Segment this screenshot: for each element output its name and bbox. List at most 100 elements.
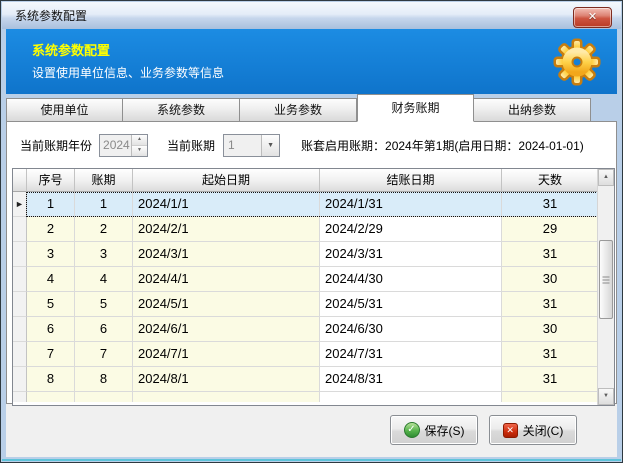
tab-business-params[interactable]: 业务参数 xyxy=(240,98,357,122)
header-end-date[interactable]: 结账日期 xyxy=(320,169,502,192)
cell-end[interactable]: 2024/6/30 xyxy=(320,317,502,342)
tab-system-params[interactable]: 系统参数 xyxy=(123,98,240,122)
cell-end[interactable]: 2024/5/31 xyxy=(320,292,502,317)
close-button[interactable]: ✕ 关闭(C) xyxy=(489,415,577,445)
cell-start[interactable]: 2024/7/1 xyxy=(133,342,320,367)
cell-days[interactable]: 29 xyxy=(502,217,599,242)
cell-seq[interactable]: 2 xyxy=(27,217,75,242)
row-indicator[interactable] xyxy=(13,317,27,342)
ledger-start-info: 账套启用账期：2024年第1期(启用日期：2024-01-01) xyxy=(301,137,584,154)
row-indicator[interactable] xyxy=(13,367,27,392)
header-seq[interactable]: 序号 xyxy=(27,169,75,192)
close-button-label: 关闭(C) xyxy=(523,422,564,439)
cell-period[interactable]: 4 xyxy=(75,267,133,292)
table-row[interactable]: 552024/5/12024/5/3131 xyxy=(13,292,614,317)
spinner-up-icon[interactable]: ▲ xyxy=(132,135,147,146)
table-row[interactable]: 332024/3/12024/3/3131 xyxy=(13,242,614,267)
table-row[interactable]: 442024/4/12024/4/3030 xyxy=(13,267,614,292)
cell-period[interactable]: 7 xyxy=(75,342,133,367)
cell-seq[interactable]: 3 xyxy=(27,242,75,267)
header-period[interactable]: 账期 xyxy=(75,169,133,192)
cell-seq[interactable]: 6 xyxy=(27,317,75,342)
cell-period[interactable]: 8 xyxy=(75,367,133,392)
cell-period[interactable]: 5 xyxy=(75,292,133,317)
cell-days[interactable]: 31 xyxy=(502,342,599,367)
cell-days[interactable]: 30 xyxy=(502,267,599,292)
dialog-window: 系统参数配置 ✕ 系统参数配置 设置使用单位信息、业务参数等信息 xyxy=(0,0,623,463)
cell-period[interactable]: 6 xyxy=(75,317,133,342)
cell-start[interactable]: 2024/4/1 xyxy=(133,267,320,292)
cell-end[interactable]: 2024/2/29 xyxy=(320,217,502,242)
spinner-buttons: ▲ ▼ xyxy=(131,135,147,156)
frame-accent-line xyxy=(2,459,621,461)
cell-start[interactable]: 2024/6/1 xyxy=(133,317,320,342)
row-indicator[interactable] xyxy=(13,342,27,367)
cell-seq xyxy=(27,392,75,402)
cell-start[interactable]: 2024/8/1 xyxy=(133,367,320,392)
table-row[interactable]: 882024/8/12024/8/3131 xyxy=(13,367,614,392)
chevron-down-icon[interactable]: ▼ xyxy=(261,135,279,156)
cell-end[interactable]: 2024/1/31 xyxy=(320,192,502,217)
row-indicator[interactable] xyxy=(13,242,27,267)
cell-start[interactable]: 2024/5/1 xyxy=(133,292,320,317)
window-close-button[interactable]: ✕ xyxy=(573,7,612,28)
cell-end[interactable]: 2024/8/31 xyxy=(320,367,502,392)
row-indicator[interactable] xyxy=(13,267,27,292)
year-spinner[interactable]: 2024 ▲ ▼ xyxy=(99,134,148,157)
scrollbar-thumb[interactable] xyxy=(599,240,613,319)
tab-page-finance-period: 当前账期年份 2024 ▲ ▼ 当前账期 1 ▼ 账套启用账期：2024年第1期… xyxy=(6,121,617,404)
row-pointer-icon[interactable]: ► xyxy=(13,192,27,217)
cell-period[interactable]: 3 xyxy=(75,242,133,267)
cell-end[interactable]: 2024/3/31 xyxy=(320,242,502,267)
window-title: 系统参数配置 xyxy=(2,7,87,24)
cell-start[interactable]: 2024/3/1 xyxy=(133,242,320,267)
tab-finance-period[interactable]: 财务账期 xyxy=(357,94,474,122)
table-row[interactable]: 222024/2/12024/2/2929 xyxy=(13,217,614,242)
cell-period[interactable]: 2 xyxy=(75,217,133,242)
cell-seq[interactable]: 1 xyxy=(27,192,75,217)
cell-seq[interactable]: 7 xyxy=(27,342,75,367)
save-button[interactable]: ✓ 保存(S) xyxy=(390,415,478,445)
spinner-down-icon[interactable]: ▼ xyxy=(132,146,147,156)
cell-end xyxy=(320,392,502,402)
tab-strip: 使用单位系统参数业务参数财务账期出纳参数 xyxy=(6,94,617,122)
cell-end[interactable]: 2024/4/30 xyxy=(320,267,502,292)
cell-period[interactable]: 1 xyxy=(75,192,133,217)
tab-use-unit[interactable]: 使用单位 xyxy=(6,98,123,122)
table-row[interactable]: 662024/6/12024/6/3030 xyxy=(13,317,614,342)
row-indicator[interactable] xyxy=(13,292,27,317)
cell-days[interactable]: 31 xyxy=(502,192,599,217)
vertical-scrollbar[interactable]: ▲ ▼ xyxy=(597,169,614,405)
banner-title: 系统参数配置 xyxy=(32,40,617,59)
cell-start xyxy=(133,392,320,402)
close-icon: ✕ xyxy=(588,11,597,23)
cell-seq[interactable]: 4 xyxy=(27,267,75,292)
year-spinner-value[interactable]: 2024 xyxy=(100,135,131,156)
scroll-down-icon[interactable]: ▼ xyxy=(598,388,614,405)
check-icon: ✓ xyxy=(404,422,420,438)
table-row[interactable]: 772024/7/12024/7/3131 xyxy=(13,342,614,367)
period-dropdown-value[interactable]: 1 xyxy=(224,135,261,156)
header-start-date[interactable]: 起始日期 xyxy=(133,169,320,192)
table-row[interactable]: ►112024/1/12024/1/3131 xyxy=(13,192,614,217)
cell-start[interactable]: 2024/1/1 xyxy=(133,192,320,217)
title-bar[interactable]: 系统参数配置 ✕ xyxy=(2,2,621,29)
cell-days[interactable]: 31 xyxy=(502,367,599,392)
cell-days[interactable]: 31 xyxy=(502,242,599,267)
scroll-up-icon[interactable]: ▲ xyxy=(598,169,614,186)
cell-end[interactable]: 2024/7/31 xyxy=(320,342,502,367)
cell-days[interactable]: 30 xyxy=(502,317,599,342)
table-row-partial xyxy=(13,392,614,402)
header-indicator xyxy=(13,169,27,192)
row-indicator[interactable] xyxy=(13,217,27,242)
current-period-label: 当前账期 xyxy=(167,137,215,154)
tab-cashier-params[interactable]: 出纳参数 xyxy=(474,98,591,122)
cell-days xyxy=(502,392,599,402)
cell-seq[interactable]: 5 xyxy=(27,292,75,317)
period-dropdown[interactable]: 1 ▼ xyxy=(223,134,280,157)
period-table: 序号 账期 起始日期 结账日期 天数 ►112024/1/12024/1/313… xyxy=(12,168,615,406)
cell-days[interactable]: 31 xyxy=(502,292,599,317)
cell-seq[interactable]: 8 xyxy=(27,367,75,392)
header-days[interactable]: 天数 xyxy=(502,169,599,192)
cell-start[interactable]: 2024/2/1 xyxy=(133,217,320,242)
